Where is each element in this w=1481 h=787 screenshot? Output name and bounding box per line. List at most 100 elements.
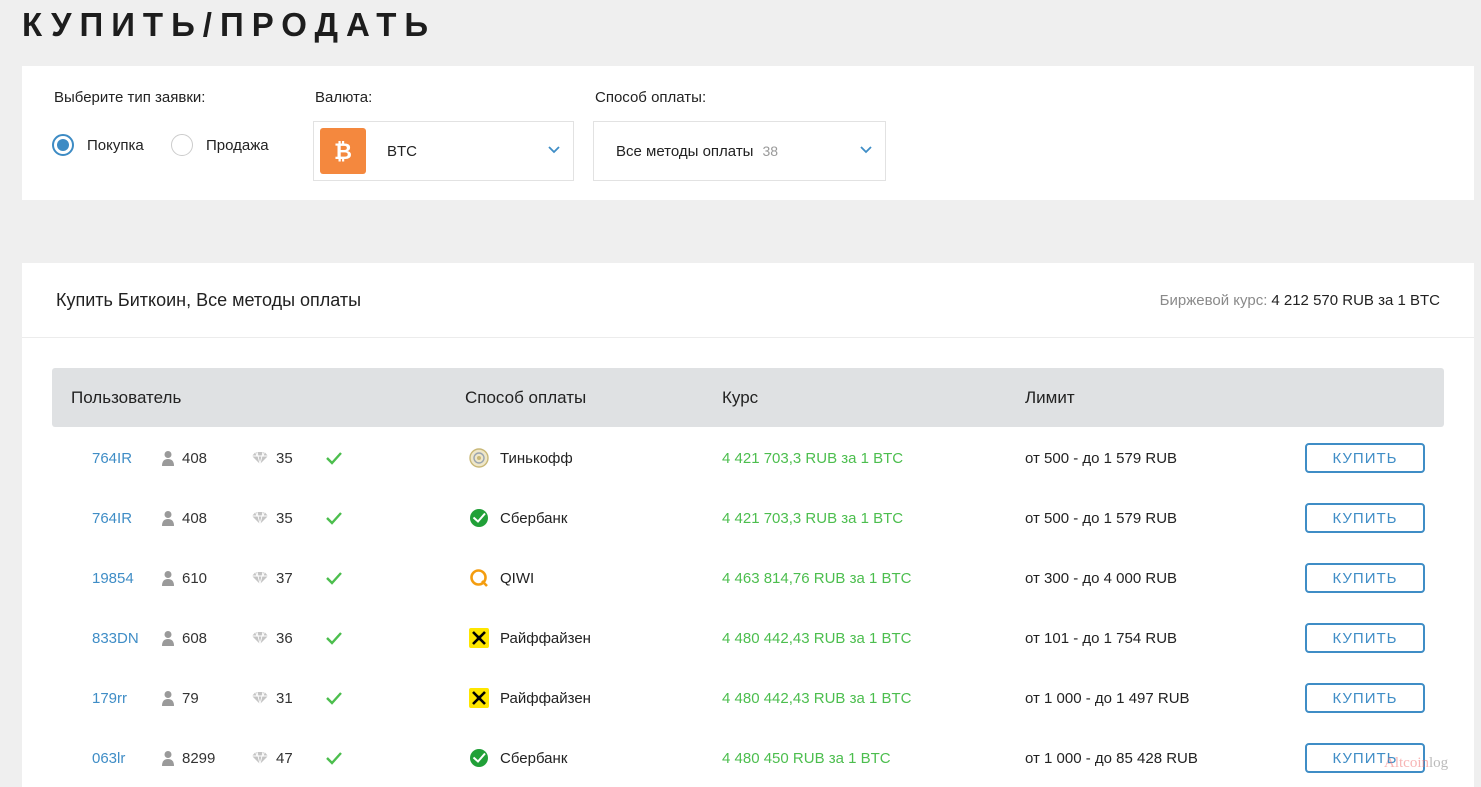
currency-select[interactable]: ₿ BTC — [313, 121, 574, 181]
price: 4 421 703,3 RUB за 1 BTC — [722, 449, 904, 467]
checkmark-icon — [325, 428, 343, 488]
diamond-icon — [251, 751, 269, 765]
limit: от 500 - до 1 579 RUB — [1025, 449, 1178, 467]
raiffeisen-icon — [468, 687, 490, 709]
checkmark-icon — [325, 548, 343, 608]
table-row: 19854 610 37 QIWI 4 463 814,76 RUB за 1 BTC о… — [52, 548, 1444, 608]
price: 4 480 442,43 RUB за 1 BTC — [722, 689, 912, 707]
radio-buy-indicator[interactable] — [52, 134, 74, 156]
price: 4 463 814,76 RUB за 1 BTC — [722, 569, 912, 587]
buy-button[interactable]: КУПИТЬ — [1305, 683, 1425, 713]
bitcoin-icon: ₿ — [320, 128, 366, 174]
deals-count: 79 — [161, 668, 199, 728]
rating: 36 — [251, 608, 293, 668]
sberbank-icon — [468, 507, 490, 529]
order-type-label: Выберите тип заявки: — [54, 89, 206, 106]
limit: от 300 - до 4 000 RUB — [1025, 569, 1178, 587]
deals-count-value: 610 — [182, 569, 208, 587]
sberbank-icon — [468, 747, 490, 769]
table-row: 764IR 408 35 Тинькофф 4 421 703,3 RUB за 1 B… — [52, 428, 1444, 488]
limit: от 1 000 - до 85 428 RUB — [1025, 749, 1198, 767]
user-icon — [161, 690, 175, 706]
diamond-icon — [251, 451, 269, 465]
deals-count-value: 8299 — [182, 749, 216, 767]
radio-sell-label[interactable]: Продажа — [206, 137, 269, 154]
page-title: КУПИТЬ/ПРОДАТЬ — [22, 6, 437, 43]
checkmark-icon — [325, 488, 343, 548]
payment-method-value: Все методы оплаты — [616, 142, 754, 160]
buy-button[interactable]: КУПИТЬ — [1305, 563, 1425, 593]
column-header-payment: Способ оплаты — [465, 388, 587, 407]
user-link[interactable]: 179rr — [92, 668, 127, 728]
user-link[interactable]: 063lr — [92, 728, 125, 787]
deals-count-value: 408 — [182, 509, 208, 527]
rating-value: 47 — [276, 749, 293, 767]
diamond-icon — [251, 511, 269, 525]
tinkoff-icon — [468, 447, 490, 469]
rating: 35 — [251, 428, 293, 488]
column-header-limit: Лимит — [1025, 388, 1075, 407]
diamond-icon — [251, 571, 269, 585]
user-icon — [161, 570, 175, 586]
deals-count: 8299 — [161, 728, 215, 787]
user-icon — [161, 750, 175, 766]
user-link[interactable]: 764IR — [92, 488, 132, 548]
payment-method-name: Тинькофф — [500, 449, 573, 467]
table-row: 764IR 408 35 Сбербанк 4 421 703,3 RUB за 1 B… — [52, 488, 1444, 548]
buy-button[interactable]: КУПИТЬ — [1305, 443, 1425, 473]
deals-count: 610 — [161, 548, 207, 608]
exchange-rate-label: Биржевой курс: — [1159, 292, 1268, 309]
exchange-rate: Биржевой курс: 4 212 570 RUB за 1 BTC — [1160, 292, 1440, 309]
radio-sell-indicator[interactable] — [171, 134, 193, 156]
checkmark-icon — [325, 608, 343, 668]
table-row: 833DN 608 36 Райффайзен 4 480 442,43 RUB за … — [52, 608, 1444, 668]
payment-method-select[interactable]: Все методы оплаты 38 — [593, 121, 886, 181]
deals-count-value: 79 — [182, 689, 199, 707]
deals-count: 408 — [161, 488, 207, 548]
limit: от 1 000 - до 1 497 RUB — [1025, 689, 1190, 707]
limit: от 101 - до 1 754 RUB — [1025, 629, 1178, 647]
column-header-rate: Курс — [722, 388, 759, 407]
currency-label: Валюта: — [315, 89, 373, 106]
exchange-rate-value: 4 212 570 RUB за 1 BTC — [1271, 292, 1440, 309]
rating-value: 35 — [276, 509, 293, 527]
user-icon — [161, 630, 175, 646]
rating-value: 31 — [276, 689, 293, 707]
payment-method-label: Способ оплаты: — [595, 89, 707, 106]
user-link[interactable]: 19854 — [92, 548, 134, 608]
price: 4 480 442,43 RUB за 1 BTC — [722, 629, 912, 647]
price: 4 421 703,3 RUB за 1 BTC — [722, 509, 904, 527]
column-header-user: Пользователь — [71, 388, 182, 407]
user-icon — [161, 510, 175, 526]
checkmark-icon — [325, 668, 343, 728]
table-row: 179rr 79 31 Райффайзен 4 480 442,43 RUB за 1… — [52, 668, 1444, 728]
watermark: Altcoinlog — [1384, 755, 1449, 771]
payment-method-name: Сбербанк — [500, 509, 568, 527]
checkmark-icon — [325, 728, 343, 787]
deals-count-value: 608 — [182, 629, 208, 647]
currency-value: BTC — [387, 142, 417, 160]
radio-buy[interactable]: Покупка — [52, 134, 144, 156]
radio-buy-label[interactable]: Покупка — [87, 137, 144, 154]
payment-method-name: Сбербанк — [500, 749, 568, 767]
payment-method: Сбербанк — [468, 728, 567, 787]
buy-button[interactable]: КУПИТЬ — [1305, 503, 1425, 533]
payment-method-name: QIWI — [500, 569, 535, 587]
user-link[interactable]: 833DN — [92, 608, 139, 668]
buy-button[interactable]: КУПИТЬ — [1305, 623, 1425, 653]
payment-method: QIWI — [468, 548, 534, 608]
chevron-down-icon — [548, 146, 560, 154]
rating-value: 37 — [276, 569, 293, 587]
payment-method-name: Райффайзен — [500, 689, 591, 707]
rating-value: 35 — [276, 449, 293, 467]
radio-sell[interactable]: Продажа — [171, 134, 269, 156]
rating: 31 — [251, 668, 293, 728]
rating-value: 36 — [276, 629, 293, 647]
offers-panel: Купить Биткоин, Все методы оплаты Биржев… — [22, 263, 1474, 787]
table-header: Пользователь Способ оплаты Курс Лимит — [52, 368, 1444, 427]
payment-method: Райффайзен — [468, 668, 591, 728]
rating: 47 — [251, 728, 293, 787]
rating: 35 — [251, 488, 293, 548]
user-link[interactable]: 764IR — [92, 428, 132, 488]
deals-count-value: 408 — [182, 449, 208, 467]
